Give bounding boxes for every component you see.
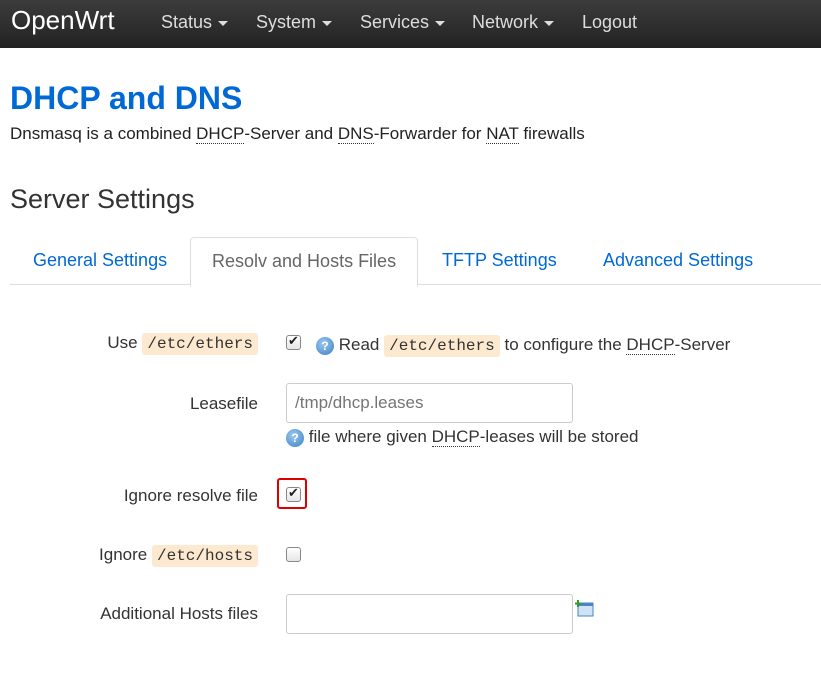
ignore-resolv-label: Ignore resolve file: [123, 486, 258, 505]
nav-status[interactable]: Status: [161, 12, 229, 33]
page-title: DHCP and DNS: [10, 80, 243, 116]
abbr-dhcp: DHCP: [196, 124, 245, 144]
ethers-checkbox[interactable]: ✔: [286, 333, 301, 350]
ignore-hosts-checkbox[interactable]: [286, 547, 301, 562]
nav-services[interactable]: Services: [360, 12, 446, 33]
tab-advanced-settings[interactable]: Advanced Settings: [603, 250, 753, 271]
brand-logo[interactable]: OpenWrt: [11, 5, 115, 36]
nav-system[interactable]: System: [256, 12, 333, 33]
abbr-dns: DNS: [337, 124, 374, 144]
add-entry-icon[interactable]: [575, 599, 594, 617]
nav-network[interactable]: Network: [472, 12, 555, 33]
caret-down-icon: [322, 20, 333, 26]
tab-tftp-settings[interactable]: TFTP Settings: [442, 250, 557, 271]
tab-resolv-hosts-files[interactable]: Resolv and Hosts Files: [190, 237, 418, 287]
leasefile-input[interactable]: [286, 383, 573, 423]
ignore-hosts-label: Ignore /etc/hosts: [99, 545, 258, 567]
help-icon: ?: [286, 428, 304, 447]
ethers-help: ? Read /etc/ethers to configure the DHCP…: [316, 335, 730, 357]
abbr-nat: NAT: [486, 124, 519, 144]
ethers-label: Use /etc/ethers: [107, 333, 258, 355]
nav-logout[interactable]: Logout: [582, 12, 637, 33]
hosts-code: /etc/hosts: [151, 545, 258, 567]
leasefile-help: ? file where given DHCP-leases will be s…: [286, 427, 639, 447]
tab-general-settings[interactable]: General Settings: [33, 250, 167, 271]
addn-hosts-label: Additional Hosts files: [100, 604, 258, 623]
checkmark-icon: ✔: [288, 333, 299, 348]
addn-hosts-input[interactable]: [286, 594, 573, 634]
ethers-code: /etc/ethers: [142, 333, 258, 355]
caret-down-icon: [435, 20, 446, 26]
top-navbar: OpenWrt Status System Services Network L…: [0, 0, 821, 48]
leasefile-label: Leasefile: [189, 394, 258, 413]
caret-down-icon: [218, 20, 229, 26]
help-icon: ?: [316, 336, 334, 355]
caret-down-icon: [544, 20, 555, 26]
ethers-help-code: /etc/ethers: [384, 335, 500, 357]
ignore-resolv-checkbox[interactable]: ✔: [286, 485, 301, 502]
section-title: Server Settings: [10, 184, 195, 214]
page-description: Dnsmasq is a combined DHCP-Server and DN…: [10, 124, 585, 144]
checkmark-icon: ✔: [288, 485, 299, 500]
